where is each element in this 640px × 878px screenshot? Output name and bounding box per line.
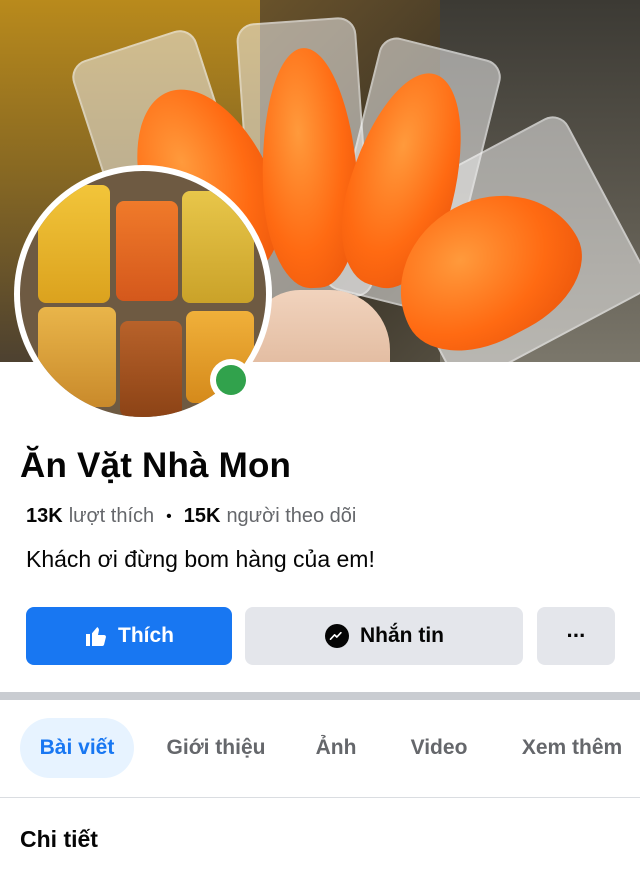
tab-see-more[interactable]: Xem thêm	[512, 718, 632, 778]
message-button[interactable]: Nhắn tin	[245, 607, 523, 665]
avatar-snack-bag	[116, 201, 178, 301]
tab-photos[interactable]: Ảnh	[306, 718, 366, 778]
page-name: Ăn Vặt Nhà Mon	[20, 446, 292, 485]
messenger-icon	[324, 623, 350, 649]
tab-about[interactable]: Giới thiệu	[158, 718, 274, 778]
followers-count: 15K	[183, 505, 221, 527]
avatar-snack-bag	[38, 185, 110, 303]
avatar-snack-bag	[182, 191, 254, 303]
like-button[interactable]: Thích	[26, 607, 232, 665]
likes-label: lượt thích	[68, 505, 155, 527]
page-tabs: Bài viết Giới thiệu Ảnh Video Xem thêm	[0, 718, 640, 780]
avatar-snack-bag	[120, 321, 182, 417]
page-bio: Khách ơi đừng bom hàng của em!	[26, 546, 375, 572]
tab-posts[interactable]: Bài viết	[20, 718, 134, 778]
section-divider	[0, 692, 640, 700]
online-indicator	[216, 365, 246, 395]
more-options-button[interactable]: ···	[537, 607, 615, 665]
likes-count: 13K	[26, 505, 63, 527]
avatar-snack-bag	[38, 307, 116, 407]
followers-label: người theo dõi	[226, 505, 357, 527]
tab-videos[interactable]: Video	[400, 718, 478, 778]
page-stats: 13K lượt thích • 15K người theo dõi	[26, 505, 356, 528]
ellipsis-icon: ···	[566, 623, 587, 648]
like-button-label: Thích	[118, 624, 174, 647]
tabs-divider	[0, 797, 640, 798]
details-heading: Chi tiết	[20, 826, 98, 852]
stats-separator: •	[166, 507, 172, 525]
message-button-label: Nhắn tin	[360, 624, 444, 647]
thumbs-up-icon	[84, 624, 108, 648]
